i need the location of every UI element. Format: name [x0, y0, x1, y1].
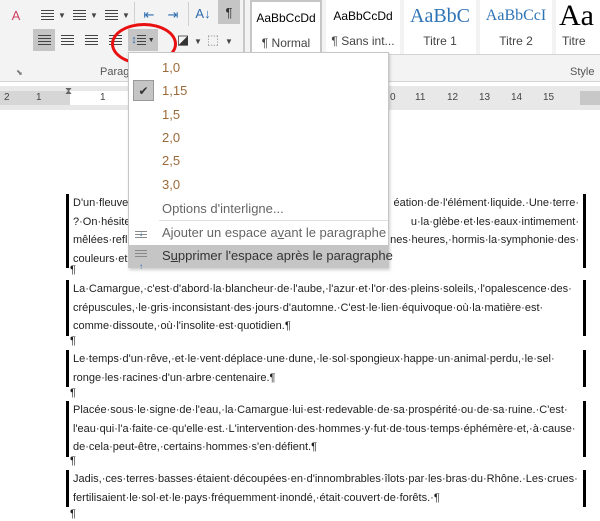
menu-item-1-5[interactable]: 1,5: [129, 104, 388, 126]
style-no-spacing[interactable]: AaBbCcDd ¶ Sans int...: [326, 0, 400, 54]
numbering-icon[interactable]: [68, 4, 90, 26]
styles-group-label: Style: [570, 66, 595, 78]
chevron-down-icon[interactable]: ▼: [194, 37, 202, 46]
paragraph-2: La·Camargue,·c'est·d'abord·la·blancheur·…: [66, 280, 586, 336]
clear-formatting-icon[interactable]: A: [5, 4, 27, 26]
ruler-tick: 12: [447, 92, 459, 103]
style-normal[interactable]: AaBbCcDd ¶ Normal: [250, 0, 322, 54]
ruler-tick: 15: [543, 92, 555, 103]
align-left-icon[interactable]: [33, 29, 55, 51]
ruler-tick: 0: [390, 92, 396, 103]
remove-space-after[interactable]: ↑ Supprimer l'espace après le paragraphe: [129, 245, 393, 271]
ruler-tick: 1: [100, 92, 106, 103]
increase-indent-icon[interactable]: ⇥: [162, 4, 184, 26]
menu-item-2-5[interactable]: 2,5: [129, 150, 388, 172]
remove-space-after-icon: ↑: [135, 250, 148, 271]
center-icon[interactable]: [56, 29, 78, 51]
ruler-tick: 11: [415, 92, 426, 103]
empty-paragraph: ¶: [70, 508, 76, 520]
empty-paragraph: ¶: [70, 455, 76, 467]
chevron-down-icon[interactable]: ▼: [225, 37, 233, 46]
sort-icon[interactable]: A↓: [192, 2, 214, 24]
menu-item-2-0[interactable]: 2,0: [129, 127, 388, 149]
dialog-launcher-icon[interactable]: ⬊: [16, 68, 23, 77]
line-spacing-menu: 1,0 ✔ 1,15 1,5 2,0 2,5 3,0 Options d'inte…: [128, 52, 393, 271]
show-marks-icon[interactable]: ¶: [218, 0, 240, 24]
empty-paragraph: ¶: [70, 264, 76, 276]
align-right-icon[interactable]: [80, 29, 102, 51]
empty-paragraph: ¶: [70, 387, 76, 399]
chevron-down-icon[interactable]: ▼: [58, 11, 66, 20]
chevron-down-icon[interactable]: ▼: [122, 11, 130, 20]
ruler-tick: 13: [479, 92, 491, 103]
add-space-before-icon: ↓: [135, 227, 148, 239]
style-heading-1[interactable]: AaBbC Titre 1: [404, 0, 476, 54]
bullets-icon[interactable]: [36, 4, 58, 26]
menu-item-1-15[interactable]: ✔ 1,15: [129, 80, 388, 102]
ruler-tick: 14: [511, 92, 523, 103]
multilevel-list-icon[interactable]: [100, 4, 122, 26]
checkmark-icon: ✔: [133, 80, 154, 101]
add-space-before[interactable]: ↓ Ajouter un espace avant le paragraphe: [129, 222, 388, 244]
paragraph-5: Jadis,·ces·terres·basses·étaient·découpé…: [66, 470, 586, 507]
ruler-tick: 2: [4, 92, 10, 103]
borders-icon[interactable]: ⬚: [202, 29, 224, 51]
empty-paragraph: ¶: [70, 335, 76, 347]
style-heading-2[interactable]: AaBbCcI Titre 2: [480, 0, 552, 54]
ruler-tick: 1: [36, 92, 42, 103]
menu-item-1-0[interactable]: 1,0: [129, 57, 388, 79]
paragraph-3: Le·temps·d'un·rêve,·et·le·vent·déplace·u…: [66, 350, 586, 387]
menu-item-3-0[interactable]: 3,0: [129, 174, 388, 196]
chevron-down-icon[interactable]: ▼: [90, 11, 98, 20]
paragraph-4: Placée·sous·le·signe·de·l'eau,·la·Camarg…: [66, 401, 586, 457]
indent-marker-icon[interactable]: ⧗: [65, 86, 72, 97]
line-spacing-options[interactable]: Options d'interligne...: [129, 198, 388, 220]
style-title[interactable]: Aa Titre: [556, 0, 600, 54]
